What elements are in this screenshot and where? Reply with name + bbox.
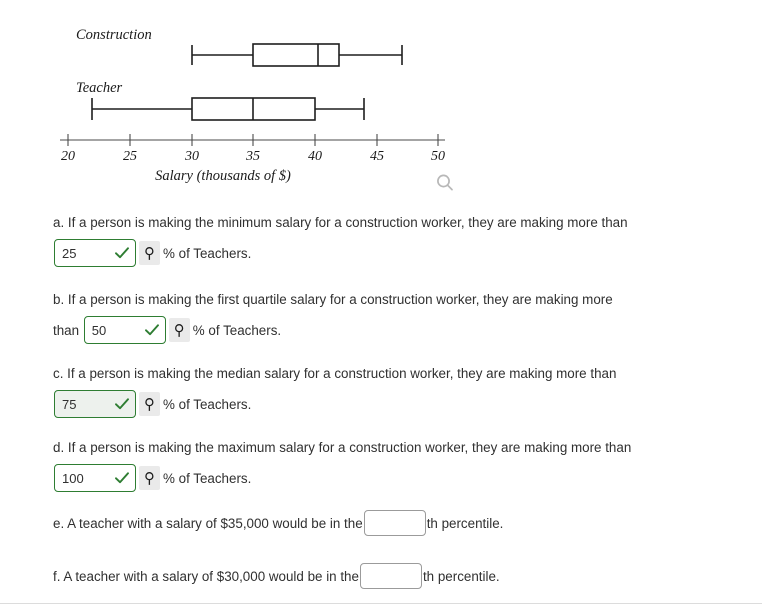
boxplot-series-teacher xyxy=(91,97,365,121)
question-f-text-after: th percentile. xyxy=(422,568,500,584)
boxplot-chart: Construction Teacher 20 25 30 35 40 45 5… xyxy=(60,27,445,184)
boxplot-series-construction xyxy=(191,43,403,67)
series-label-construction: Construction xyxy=(76,27,152,43)
question-a-text-after: % of Teachers. xyxy=(163,245,252,261)
answer-input-e[interactable] xyxy=(363,510,426,536)
x-tick-label-20: 20 xyxy=(61,149,75,164)
question-c-text-after: % of Teachers. xyxy=(163,396,252,412)
key-icon-d-button[interactable]: ⚲ xyxy=(139,466,160,490)
answer-input-b[interactable] xyxy=(83,316,166,344)
key-icon: ⚲ xyxy=(144,394,155,413)
x-tick-label-50: 50 xyxy=(431,149,445,164)
x-tick-label-35: 35 xyxy=(245,149,260,164)
x-tick-label-40: 40 xyxy=(308,149,322,164)
key-icon: ⚲ xyxy=(144,243,155,262)
question-b-text: b. If a person is making the first quart… xyxy=(53,292,613,307)
question-f-text: f. A teacher with a salary of $30,000 wo… xyxy=(53,568,359,584)
key-icon-b-button[interactable]: ⚲ xyxy=(168,318,190,342)
x-tick-label-30: 30 xyxy=(184,149,199,164)
question-d-text: d. If a person is making the maximum sal… xyxy=(53,440,632,455)
answer-d-wrap xyxy=(54,464,136,492)
answer-input-d[interactable] xyxy=(54,464,136,492)
answer-input-a[interactable] xyxy=(54,239,136,267)
question-d-text-after: % of Teachers. xyxy=(163,470,252,486)
question-c-text: c. If a person is making the median sala… xyxy=(53,366,617,381)
question-b-text-after: % of Teachers. xyxy=(192,322,282,338)
question-f: f. A teacher with a salary of $30,000 wo… xyxy=(53,563,753,589)
key-icon: ⚲ xyxy=(173,320,185,339)
question-e-text-after: th percentile. xyxy=(426,515,504,531)
x-tick-label-25: 25 xyxy=(123,149,137,164)
question-c: c. If a person is making the median sala… xyxy=(53,361,753,418)
bottom-divider xyxy=(0,603,762,604)
answer-input-f[interactable] xyxy=(359,563,422,589)
search-icon[interactable] xyxy=(433,171,457,195)
question-b: b. If a person is making the first quart… xyxy=(53,287,753,344)
key-icon-a-button[interactable]: ⚲ xyxy=(139,241,160,265)
question-b-text-between: than xyxy=(53,322,83,338)
key-icon-c-button[interactable]: ⚲ xyxy=(139,392,160,416)
key-icon: ⚲ xyxy=(144,468,155,487)
boxplot-figure: Construction Teacher 20 25 30 35 40 45 5… xyxy=(0,0,480,200)
question-e: e. A teacher with a salary of $35,000 wo… xyxy=(53,510,753,536)
answer-a-wrap xyxy=(54,239,136,267)
question-a: a. If a person is making the minimum sal… xyxy=(53,210,753,267)
answer-c-wrap xyxy=(54,390,136,418)
answer-b-wrap xyxy=(83,316,166,344)
question-a-text: a. If a person is making the minimum sal… xyxy=(53,215,628,230)
x-tick-label-45: 45 xyxy=(370,149,384,164)
answer-input-c[interactable] xyxy=(54,390,136,418)
question-e-text: e. A teacher with a salary of $35,000 wo… xyxy=(53,515,363,531)
question-d: d. If a person is making the maximum sal… xyxy=(53,435,753,492)
series-label-teacher: Teacher xyxy=(76,80,123,96)
x-axis-title: Salary (thousands of $) xyxy=(155,168,291,184)
x-axis: 20 25 30 35 40 45 50 xyxy=(60,134,445,164)
